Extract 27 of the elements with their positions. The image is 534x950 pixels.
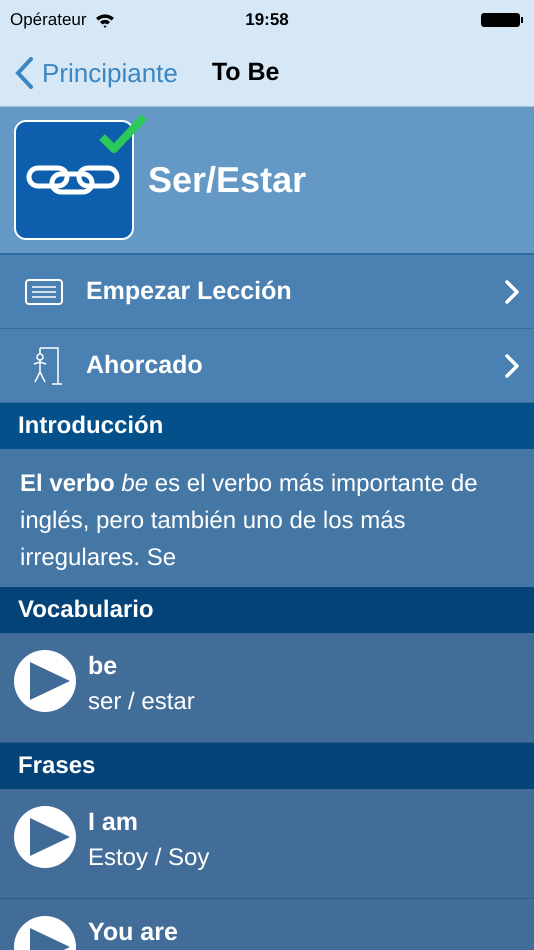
phrase-term: be	[88, 651, 118, 682]
nav-title: To Be	[212, 57, 280, 88]
chevron-right-icon	[504, 352, 520, 378]
menu-label: Ahorcado	[86, 350, 203, 381]
cards-icon	[24, 278, 64, 306]
section-title: Vocabulario	[18, 595, 154, 625]
phrase-translation: ser / estar	[88, 687, 195, 717]
section-title: Introducción	[18, 411, 164, 441]
battery-icon	[480, 12, 524, 28]
wifi-icon	[94, 12, 115, 28]
carrier-text: Opérateur	[10, 9, 87, 32]
phrase-term: You are	[88, 917, 178, 948]
play-button-icon[interactable]	[14, 806, 76, 868]
back-chevron-icon	[14, 56, 34, 90]
menu-row[interactable]: Empezar Lección	[0, 255, 534, 329]
back-button[interactable]: Principiante	[14, 54, 178, 92]
lesson-title: Ser/Estar	[148, 158, 306, 202]
chain-link-icon	[14, 120, 134, 240]
intro-text: El verbo be es el verbo más importante de inglés, pero también uno de los más irregulares. Se	[20, 469, 479, 573]
chevron-right-icon	[504, 278, 520, 304]
section-title: Frases	[18, 751, 96, 781]
phrase-term: I am	[88, 807, 140, 838]
clock-text: 19:58	[245, 9, 289, 32]
play-button-icon[interactable]	[14, 650, 76, 712]
phrase-translation: Estoy / Soy	[88, 843, 210, 873]
menu-label: Empezar Lección	[86, 276, 292, 307]
menu-row[interactable]: Ahorcado	[0, 329, 534, 403]
